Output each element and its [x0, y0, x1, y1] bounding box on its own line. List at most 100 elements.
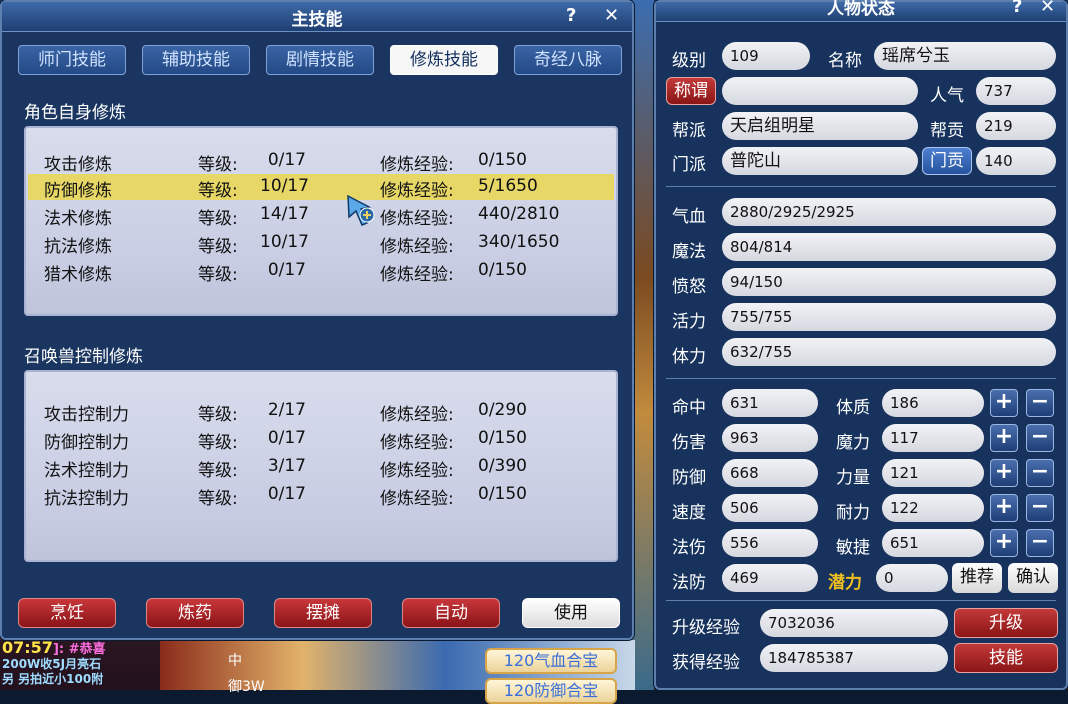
row-name: 攻击控制力	[44, 405, 129, 425]
agility-minus-button[interactable]: −	[1026, 529, 1054, 557]
damage-value: 963	[722, 424, 818, 452]
exp-label: 修炼经验:	[380, 155, 454, 175]
magic-damage-value: 556	[722, 529, 818, 557]
control-row[interactable]: 防御控制力 等级: 0/17 修炼经验: 0/150	[28, 426, 614, 453]
constitution-value: 186	[882, 389, 984, 417]
school-label: 门派	[672, 155, 706, 175]
mp-label: 魔法	[672, 242, 706, 262]
level-label: 级别	[672, 51, 706, 71]
skill-tabs: 师门技能 辅助技能 剧情技能 修炼技能 奇经八脉	[18, 45, 622, 75]
skills-button[interactable]: 技能	[954, 643, 1058, 673]
cooking-button[interactable]: 烹饪	[18, 598, 116, 628]
control-row[interactable]: 法术控制力 等级: 3/17 修炼经验: 0/390	[28, 454, 614, 481]
stamina-label: 体力	[672, 347, 706, 367]
level-up-button[interactable]: 升级	[954, 608, 1058, 638]
hp-value: 2880/2925/2925	[722, 198, 1056, 226]
title-bar[interactable]: 人物状态 ? ✕	[656, 0, 1066, 22]
level-label: 等级:	[198, 155, 238, 175]
use-button[interactable]: 使用	[522, 598, 620, 628]
exp-value: 0/150	[478, 428, 527, 448]
stall-button[interactable]: 摆摊	[274, 598, 372, 628]
level-label: 等级:	[198, 405, 238, 425]
help-button[interactable]: ?	[566, 5, 576, 26]
cultivation-row-selected[interactable]: 防御修炼 等级: 10/17 修炼经验: 5/1650	[28, 174, 614, 201]
endurance-minus-button[interactable]: −	[1026, 494, 1054, 522]
help-button[interactable]: ?	[1012, 0, 1022, 17]
popularity-value: 737	[976, 77, 1056, 105]
close-button[interactable]: ✕	[1040, 0, 1055, 17]
item-badge[interactable]: 120气血合宝	[485, 648, 617, 674]
level-value: 2/17	[267, 400, 306, 420]
agility-plus-button[interactable]: +	[990, 529, 1018, 557]
title-bar[interactable]: 主技能 ? ✕	[2, 2, 632, 32]
level-value: 0/17	[267, 260, 306, 280]
level-label: 等级:	[198, 461, 238, 481]
level-label: 等级:	[198, 265, 238, 285]
cultivation-row[interactable]: 猎术修炼 等级: 0/17 修炼经验: 0/150	[28, 258, 614, 285]
upgrade-exp-value: 7032036	[760, 609, 948, 637]
rage-label: 愤怒	[672, 277, 706, 297]
tab-cultivation-skills[interactable]: 修炼技能	[390, 45, 498, 75]
auto-button[interactable]: 自动	[402, 598, 500, 628]
item-badge[interactable]: 120防御合宝	[485, 678, 617, 704]
tab-meridians[interactable]: 奇经八脉	[514, 45, 622, 75]
close-button[interactable]: ✕	[604, 5, 619, 26]
row-name: 防御修炼	[44, 181, 112, 201]
alchemy-button[interactable]: 炼药	[146, 598, 244, 628]
cultivation-row[interactable]: 攻击修炼 等级: 0/17 修炼经验: 0/150	[28, 148, 614, 175]
magic-label: 魔力	[836, 433, 870, 453]
skills-window: 主技能 ? ✕ 师门技能 辅助技能 剧情技能 修炼技能 奇经八脉 角色自身修炼 …	[0, 0, 634, 640]
chat-tag: ]: #恭喜	[52, 642, 106, 657]
divider	[666, 186, 1056, 187]
action-buttons: 烹饪 炼药 摆摊 自动 使用	[2, 598, 632, 630]
strength-plus-button[interactable]: +	[990, 459, 1018, 487]
title-button[interactable]: 称谓	[666, 77, 716, 105]
level-label: 等级:	[198, 489, 238, 509]
control-row[interactable]: 攻击控制力 等级: 2/17 修炼经验: 0/290	[28, 398, 614, 425]
endurance-plus-button[interactable]: +	[990, 494, 1018, 522]
level-value: 0/17	[267, 428, 306, 448]
tab-auxiliary-skills[interactable]: 辅助技能	[142, 45, 250, 75]
row-name: 防御控制力	[44, 433, 129, 453]
scene-text: 中	[228, 653, 242, 669]
stamina-value: 632/755	[722, 338, 1056, 366]
control-row[interactable]: 抗法控制力 等级: 0/17 修炼经验: 0/150	[28, 482, 614, 509]
constitution-minus-button[interactable]: −	[1026, 389, 1054, 417]
exp-value: 5/1650	[478, 176, 538, 196]
magic-value: 117	[882, 424, 984, 452]
tab-school-skills[interactable]: 师门技能	[18, 45, 126, 75]
level-value: 14/17	[260, 204, 309, 224]
exp-value: 440/2810	[478, 204, 560, 224]
constitution-label: 体质	[836, 398, 870, 418]
gang-contrib-label: 帮贡	[930, 121, 964, 141]
chat-line: 200W收5J月亮石	[2, 657, 102, 671]
chat-box: 07:57]: #恭喜 200W收5J月亮石 另 另拍近小100附	[0, 640, 160, 690]
tab-story-skills[interactable]: 剧情技能	[266, 45, 374, 75]
name-value: 瑶席兮玉	[874, 42, 1056, 70]
hp-label: 气血	[672, 207, 706, 227]
magic-minus-button[interactable]: −	[1026, 424, 1054, 452]
cultivation-row[interactable]: 法术修炼 等级: 14/17 修炼经验: 440/2810	[28, 202, 614, 229]
accuracy-label: 命中	[672, 398, 706, 418]
school-contrib-button[interactable]: 门贡	[922, 147, 972, 175]
exp-label: 修炼经验:	[380, 405, 454, 425]
agility-value: 651	[882, 529, 984, 557]
chat-line: 另 另拍近小100附	[2, 672, 104, 686]
magic-plus-button[interactable]: +	[990, 424, 1018, 452]
constitution-plus-button[interactable]: +	[990, 389, 1018, 417]
magic-defense-label: 法防	[672, 573, 706, 593]
row-name: 猎术修炼	[44, 265, 112, 285]
cultivation-row[interactable]: 抗法修炼 等级: 10/17 修炼经验: 340/1650	[28, 230, 614, 257]
recommend-button[interactable]: 推荐	[952, 563, 1002, 593]
gang-contrib-value: 219	[976, 112, 1056, 140]
gained-exp-value: 184785387	[760, 644, 948, 672]
level-value: 109	[722, 42, 810, 70]
strength-minus-button[interactable]: −	[1026, 459, 1054, 487]
level-value: 10/17	[260, 232, 309, 252]
damage-label: 伤害	[672, 433, 706, 453]
confirm-button[interactable]: 确认	[1008, 563, 1058, 593]
endurance-label: 耐力	[836, 503, 870, 523]
speed-label: 速度	[672, 503, 706, 523]
strength-value: 121	[882, 459, 984, 487]
gang-value: 天启组明星	[722, 112, 918, 140]
